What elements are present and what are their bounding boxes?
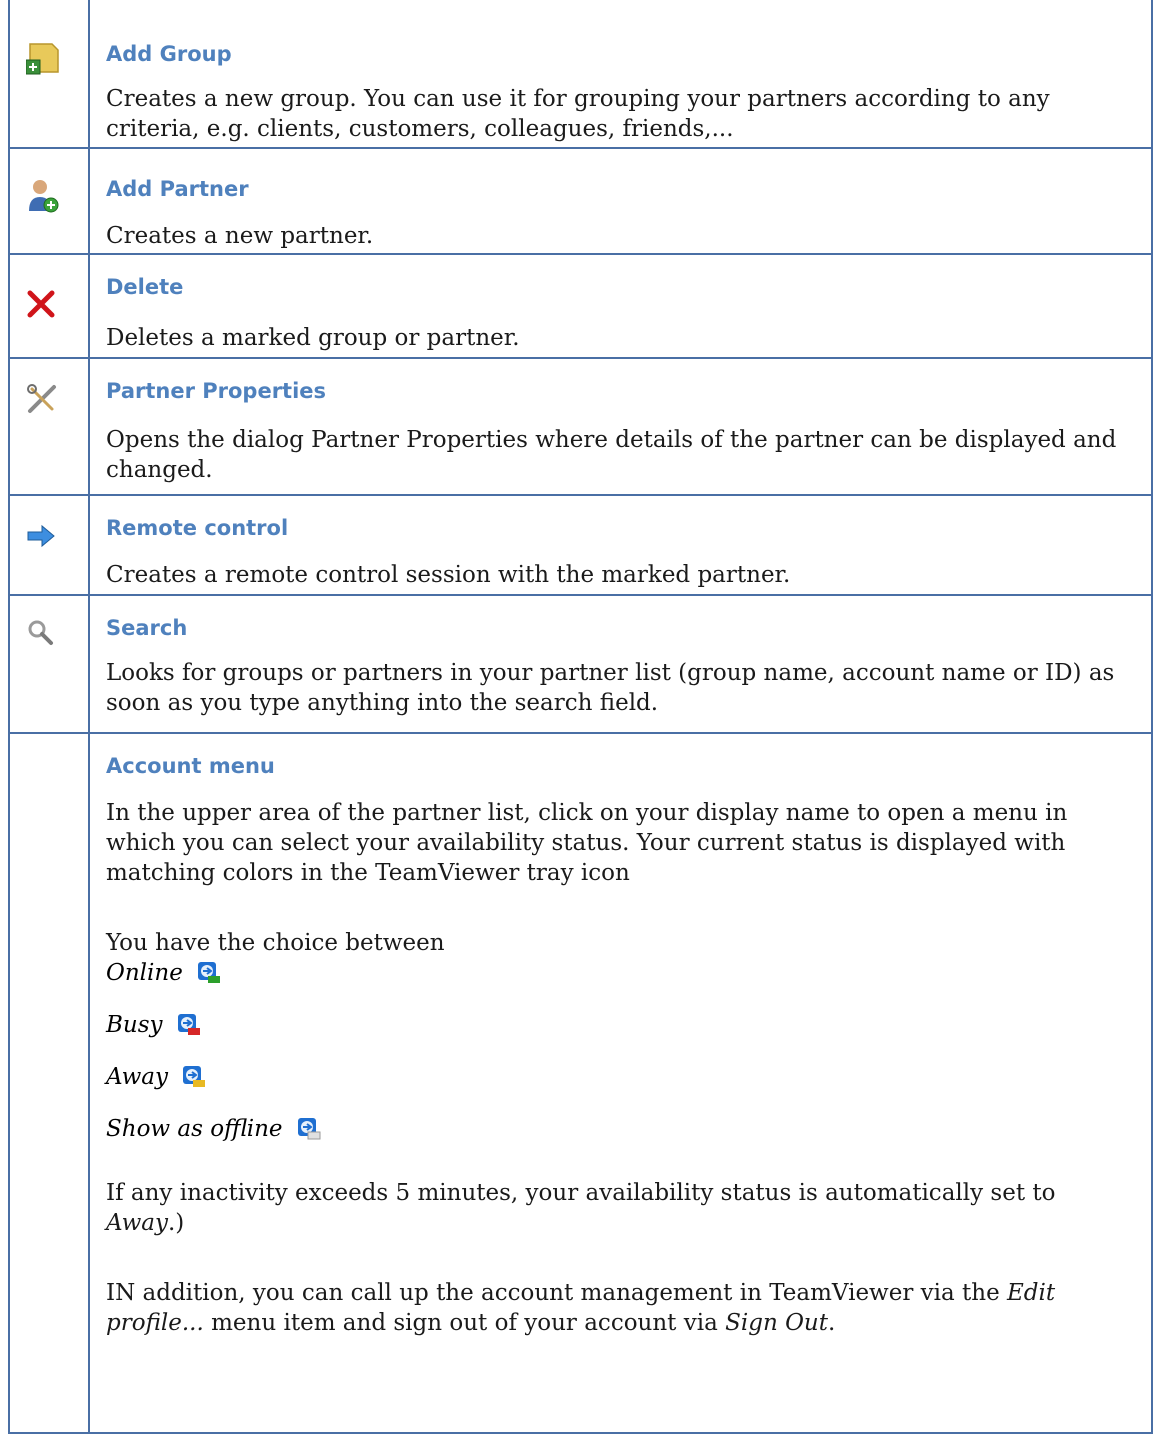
add-partner-icon xyxy=(10,149,88,220)
text-run: . xyxy=(827,1310,836,1336)
row-heading: Add Group xyxy=(106,42,232,66)
icon-cell xyxy=(8,494,90,596)
text-run-italic: Sign Out xyxy=(725,1310,828,1336)
row-heading: Partner Properties xyxy=(106,379,327,403)
icon-cell xyxy=(8,0,90,149)
status-label: Online xyxy=(106,960,183,986)
teamviewer-away-icon xyxy=(182,1066,205,1087)
status-label: Busy xyxy=(106,1012,163,1038)
arrow-right-icon xyxy=(10,496,88,553)
text-run-italic: Away xyxy=(106,1210,168,1236)
table-row: Partner Properties Opens the dialog Part… xyxy=(8,357,1153,496)
inactivity-note: If any inactivity exceeds 5 minutes, you… xyxy=(106,1178,1141,1238)
teamviewer-online-icon xyxy=(197,962,220,983)
text-cell: Partner Properties Opens the dialog Part… xyxy=(88,357,1153,496)
table-row: Add Group Creates a new group. You can u… xyxy=(8,0,1153,149)
table-row: Add Partner Creates a new partner. xyxy=(8,147,1153,255)
text-run: .) xyxy=(167,1210,185,1236)
toolbar-reference-table: Add Group Creates a new group. You can u… xyxy=(8,0,1153,1434)
row-heading: Delete xyxy=(106,275,184,299)
status-busy: Busy xyxy=(106,1012,1141,1038)
text-cell: Delete Deletes a marked group or partner… xyxy=(88,253,1153,359)
row-description: Looks for groups or partners in your par… xyxy=(106,660,1115,716)
icon-cell xyxy=(8,594,90,734)
row-heading: Search xyxy=(106,616,188,640)
text-cell: Search Looks for groups or partners in y… xyxy=(88,594,1153,734)
delete-icon xyxy=(10,255,88,324)
text-run: menu item and sign out of your account v… xyxy=(203,1310,726,1336)
text-cell: Remote control Creates a remote control … xyxy=(88,494,1153,596)
row-description: Opens the dialog Partner Properties wher… xyxy=(106,427,1117,483)
table-row: Search Looks for groups or partners in y… xyxy=(8,594,1153,734)
properties-icon xyxy=(10,359,88,420)
icon-cell xyxy=(8,357,90,496)
account-intro: In the upper area of the partner list, c… xyxy=(106,800,1068,886)
status-offline: Show as offline xyxy=(106,1116,1141,1142)
icon-cell xyxy=(8,253,90,359)
text-run: IN addition, you can call up the account… xyxy=(106,1280,1008,1306)
table-row: Account menu In the upper area of the pa… xyxy=(8,732,1153,1434)
icon-cell xyxy=(8,147,90,255)
status-label: Show as offline xyxy=(106,1116,283,1142)
status-label: Away xyxy=(106,1064,168,1090)
status-online: Online xyxy=(106,960,1141,986)
row-heading: Account menu xyxy=(106,754,275,778)
search-icon xyxy=(10,596,88,651)
teamviewer-offline-icon xyxy=(297,1118,321,1140)
addition-note: IN addition, you can call up the account… xyxy=(106,1278,1141,1338)
text-cell: Add Group Creates a new group. You can u… xyxy=(88,0,1153,149)
icon-cell xyxy=(8,732,90,1434)
text-run: If any inactivity exceeds 5 minutes, you… xyxy=(106,1180,1056,1206)
add-group-icon xyxy=(10,0,88,83)
text-cell: Account menu In the upper area of the pa… xyxy=(88,732,1153,1434)
row-description: Creates a new group. You can use it for … xyxy=(106,86,1050,142)
row-description: Creates a remote control session with th… xyxy=(106,562,791,588)
row-description: Deletes a marked group or partner. xyxy=(106,325,520,351)
text-cell: Add Partner Creates a new partner. xyxy=(88,147,1153,255)
teamviewer-busy-icon xyxy=(177,1014,200,1035)
choice-intro: You have the choice between xyxy=(106,930,445,956)
table-row: Remote control Creates a remote control … xyxy=(8,494,1153,596)
status-away: Away xyxy=(106,1064,1141,1090)
row-heading: Remote control xyxy=(106,516,289,540)
row-description: Creates a new partner. xyxy=(106,223,374,249)
table-row: Delete Deletes a marked group or partner… xyxy=(8,253,1153,359)
row-heading: Add Partner xyxy=(106,177,249,201)
